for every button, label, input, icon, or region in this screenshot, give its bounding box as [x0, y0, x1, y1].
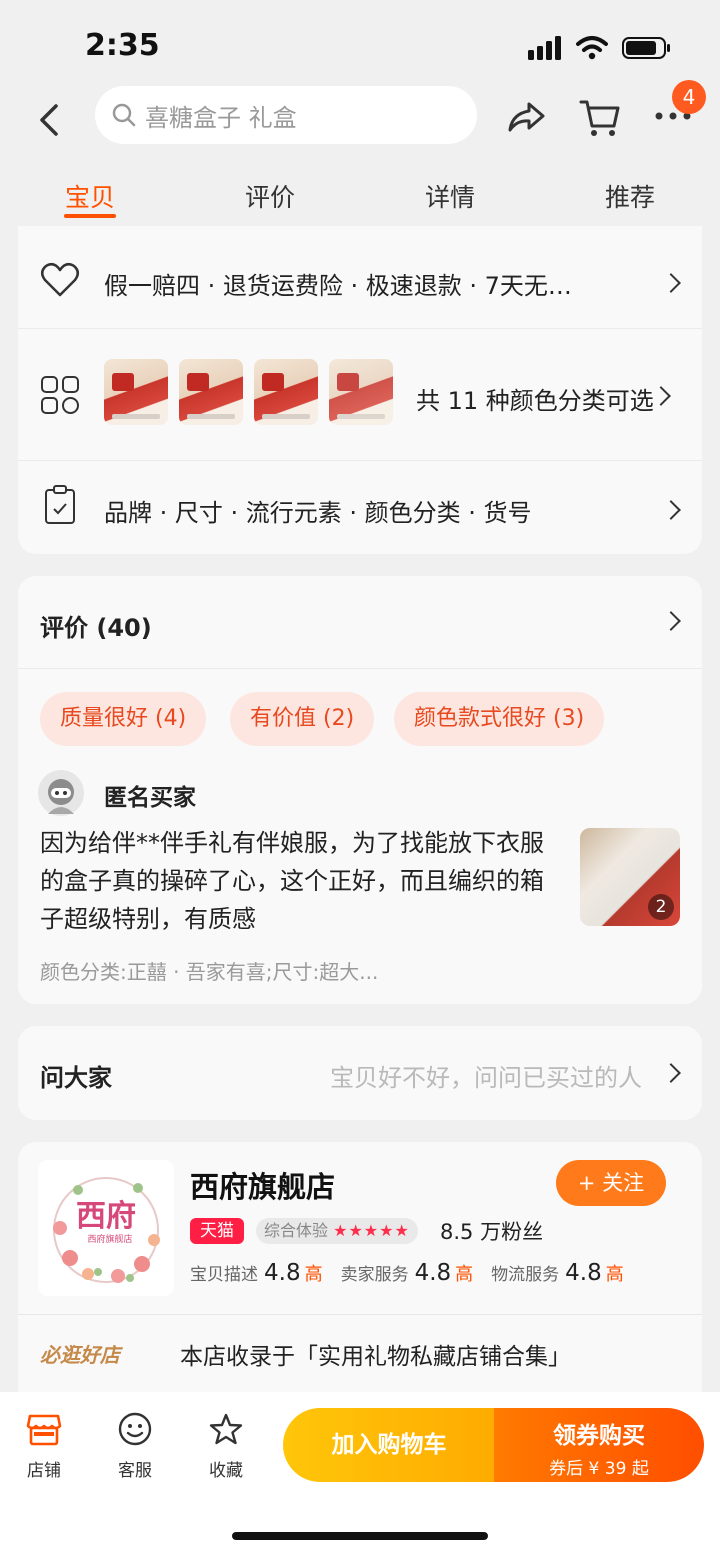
status-icons: [528, 36, 672, 60]
chevron-right-icon: [661, 1063, 681, 1083]
reviewer-name: 匿名买家: [104, 785, 196, 811]
avatar: [38, 770, 84, 816]
favorite-label: 收藏: [209, 1461, 243, 1481]
favorite-button[interactable]: 收藏: [196, 1412, 256, 1481]
home-indicator[interactable]: [232, 1532, 488, 1540]
store-button[interactable]: 店铺: [14, 1412, 74, 1481]
product-options-card: 假一赔四 · 退货运费险 · 极速退款 · 7天无… 共 11 种颜色分类可选 …: [18, 226, 702, 554]
store-icon: [26, 1414, 62, 1446]
status-time: 2:35: [85, 28, 160, 63]
ask-hint: 宝贝好不好，问问已买过的人: [330, 1064, 642, 1092]
battery-icon: [622, 37, 670, 59]
cart-icon[interactable]: [578, 96, 622, 140]
experience-badge: 综合体验 ★★★★★: [256, 1218, 418, 1244]
tmall-badge: 天猫: [190, 1218, 244, 1244]
rating-stars: ★★★★★: [333, 1221, 410, 1240]
tab-recommend[interactable]: 推荐: [540, 160, 720, 226]
shop-recommend-row[interactable]: 必逛好店 本店收录于「实用礼物私藏店铺合集」: [18, 1314, 702, 1390]
reviews-card: 评价 (40) 质量很好 (4) 有价值 (2) 颜色款式很好 (3) 匿名买家…: [18, 576, 702, 1004]
chevron-right-icon: [661, 500, 681, 520]
follow-button[interactable]: + 关注: [556, 1160, 666, 1206]
params-text: 品牌 · 尺寸 · 流行元素 · 颜色分类 · 货号: [104, 499, 532, 527]
buy-label: 领券购买: [553, 1423, 645, 1449]
variant-thumbnail[interactable]: [179, 359, 243, 425]
wifi-icon: [576, 36, 608, 60]
review-image[interactable]: 2: [580, 828, 680, 926]
image-count-badge: 2: [648, 894, 674, 920]
guarantee-row[interactable]: 假一赔四 · 退货运费险 · 极速退款 · 7天无…: [18, 226, 702, 328]
wreath-logo-icon: 西府 西府旗舰店: [53, 1177, 160, 1283]
shop-scores: 宝贝描述 4.8 高 卖家服务 4.8 高 物流服务 4.8 高: [190, 1260, 624, 1286]
shop-card: 西府 西府旗舰店 西府旗舰店 + 关注 天猫 综合体验 ★★★★★ 8.5 万粉…: [18, 1142, 702, 1392]
search-input[interactable]: 喜糖盒子 礼盒: [95, 86, 477, 144]
reviews-title[interactable]: 评价 (40): [40, 608, 152, 643]
variants-text: 共 11 种颜色分类可选: [416, 387, 654, 415]
review-tag[interactable]: 有价值 (2): [230, 692, 375, 746]
must-visit-tag: 必逛好店: [40, 1343, 120, 1367]
ask-everyone-card[interactable]: 问大家 宝贝好不好，问问已买过的人: [18, 1026, 702, 1120]
review-content[interactable]: 因为给伴**伴手礼有伴娘服，为了找能放下衣服的盒子真的操碎了心，这个正好，而且编…: [40, 824, 560, 938]
variant-thumbnail[interactable]: [104, 359, 168, 425]
shop-name[interactable]: 西府旗舰店: [190, 1164, 335, 1206]
back-arrow-icon[interactable]: [30, 98, 70, 142]
review-meta: 颜色分类:正囍 · 吾家有喜;尺寸:超大...: [40, 960, 379, 984]
variants-row[interactable]: 共 11 种颜色分类可选: [18, 328, 702, 460]
guarantee-text: 假一赔四 · 退货运费险 · 极速退款 · 7天无…: [104, 272, 572, 300]
status-bar: 2:35: [0, 0, 720, 92]
signal-icon: [528, 36, 561, 60]
search-icon: [112, 103, 136, 127]
chevron-right-icon: [651, 386, 671, 406]
tab-details[interactable]: 详情: [360, 160, 540, 226]
service-label: 客服: [118, 1461, 152, 1481]
grid-icon: [41, 376, 79, 414]
svg-text:西府旗舰店: 西府旗舰店: [87, 1233, 132, 1245]
search-placeholder: 喜糖盒子 礼盒: [145, 103, 297, 132]
svg-text:西府: 西府: [76, 1199, 136, 1234]
variant-thumbnail[interactable]: [329, 359, 393, 425]
tab-reviews[interactable]: 评价: [180, 160, 360, 226]
add-to-cart-button[interactable]: 加入购物车: [283, 1408, 495, 1482]
params-row[interactable]: 品牌 · 尺寸 · 流行元素 · 颜色分类 · 货号: [18, 460, 702, 554]
review-tag[interactable]: 颜色款式很好 (3): [394, 692, 605, 746]
service-button[interactable]: 客服: [105, 1412, 165, 1481]
experience-label: 综合体验: [264, 1221, 329, 1240]
tab-item[interactable]: 宝贝: [0, 160, 180, 226]
clipboard-icon: [45, 485, 75, 524]
chevron-right-icon[interactable]: [661, 611, 681, 631]
star-icon: [209, 1413, 243, 1445]
heart-icon: [41, 262, 79, 297]
recommend-text: 本店收录于「实用礼物私藏店铺合集」: [180, 1344, 571, 1370]
chevron-right-icon: [661, 273, 681, 293]
variant-thumbnail[interactable]: [254, 359, 318, 425]
review-tag[interactable]: 质量很好 (4): [40, 692, 207, 746]
fans-count: 8.5 万粉丝: [440, 1220, 544, 1244]
more-badge: 4: [672, 80, 706, 114]
tab-bar: 宝贝 评价 详情 推荐: [0, 160, 720, 226]
store-label: 店铺: [27, 1461, 61, 1481]
shop-logo[interactable]: 西府 西府旗舰店: [38, 1160, 174, 1296]
share-icon[interactable]: [505, 96, 547, 138]
ask-title: 问大家: [40, 1064, 112, 1092]
top-nav: 喜糖盒子 礼盒: [0, 80, 720, 160]
buy-now-button[interactable]: 领券购买 券后 ¥ 39 起: [494, 1408, 704, 1482]
buy-price-sub: 券后 ¥ 39 起: [549, 1459, 649, 1479]
customer-service-icon: [118, 1412, 152, 1446]
